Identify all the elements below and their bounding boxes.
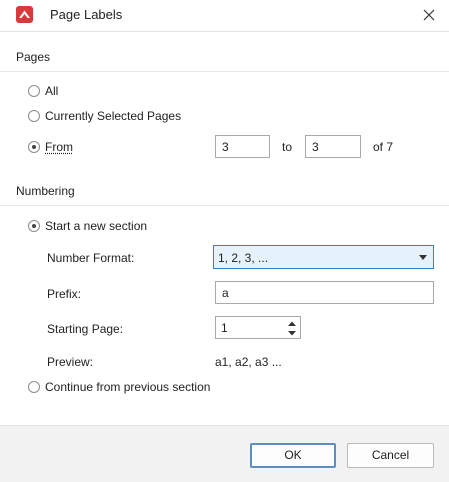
stepper-down-button[interactable] [286,328,298,338]
starting-page-stepper[interactable]: 1 [215,316,301,339]
chevron-down-icon [288,331,296,336]
close-icon [423,9,435,21]
number-format-label: Number Format: [47,251,135,265]
cancel-button[interactable]: Cancel [347,443,434,468]
radio-continue-section[interactable] [28,381,40,393]
close-button[interactable] [417,3,441,27]
stepper-up-button[interactable] [286,318,298,328]
radio-from[interactable] [28,141,40,153]
pages-section-title: Pages [16,50,51,64]
radio-selected-pages-label: Currently Selected Pages [45,109,182,123]
page-labels-dialog: Page Labels Pages All Currently Selected… [0,0,449,482]
numbering-section-divider [0,205,449,206]
radio-continue-section-label: Continue from previous section [45,380,211,394]
to-label: to [282,140,293,154]
pages-section-divider [0,71,449,72]
dialog-footer: OK Cancel [0,425,449,482]
prefix-input[interactable] [215,281,434,304]
radio-all-label: All [45,84,59,98]
radio-all[interactable] [28,85,40,97]
starting-page-value: 1 [221,321,228,335]
starting-page-label: Starting Page: [47,322,124,336]
numbering-section-title: Numbering [16,184,75,198]
ok-button[interactable]: OK [250,443,336,468]
number-format-select[interactable]: 1, 2, 3, ... [213,245,434,269]
radio-selected-pages[interactable] [28,110,40,122]
chevron-down-icon [419,255,427,260]
page-count-label: of 7 [373,140,394,154]
from-page-input[interactable] [215,135,270,158]
radio-from-label: From [45,140,73,154]
dialog-title: Page Labels [50,7,123,22]
prefix-label: Prefix: [47,287,82,301]
app-logo-icon [16,6,33,23]
radio-start-new-section-label: Start a new section [45,219,148,233]
radio-start-new-section[interactable] [28,220,40,232]
preview-value: a1, a2, a3 ... [215,355,282,369]
title-bar: Page Labels [0,0,449,32]
number-format-value: 1, 2, 3, ... [218,251,269,265]
preview-label: Preview: [47,355,94,369]
to-page-input[interactable] [305,135,361,158]
